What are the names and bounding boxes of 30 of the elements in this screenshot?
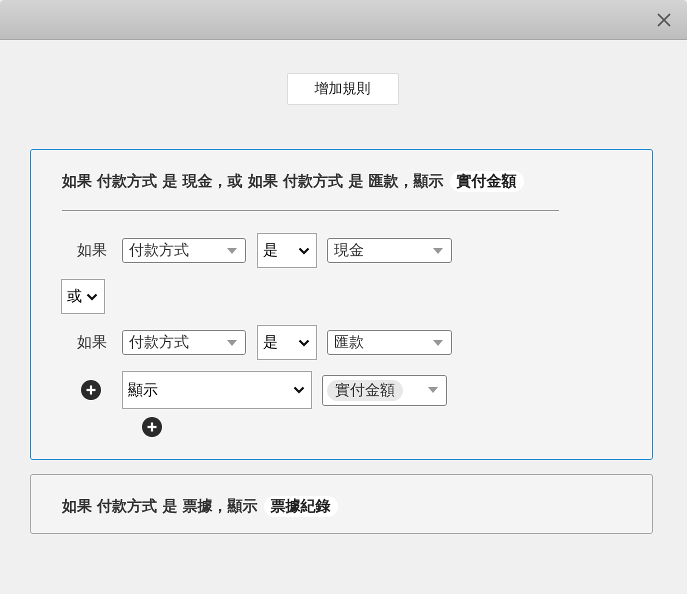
close-icon[interactable]: [657, 12, 671, 26]
dropdown-arrow-icon: [433, 248, 443, 254]
add-icon[interactable]: [81, 380, 101, 400]
value-dropdown[interactable]: 匯款: [327, 330, 452, 355]
chevron-icon: [298, 338, 310, 346]
action-select[interactable]: 顯示: [122, 371, 312, 409]
rule-card[interactable]: 如果 付款方式 是 票據，顯示 票據紀錄: [30, 474, 653, 534]
field-chip: 票據紀錄: [264, 496, 338, 516]
rule-card[interactable]: 如果 付款方式 是 現金，或 如果 付款方式 是 匯款，顯示 實付金額 如果 付款方式 是 現金 或 如果 付款方式 是 匯款 顯示 實付金額: [30, 149, 653, 460]
field-dropdown[interactable]: 付款方式: [122, 330, 246, 355]
add-rule-button[interactable]: 增加規則: [286, 73, 398, 105]
dropdown-arrow-icon: [227, 248, 237, 254]
chevron-icon: [293, 386, 305, 394]
dropdown-arrow-icon: [433, 340, 443, 346]
chevron-icon: [86, 292, 98, 300]
add-icon[interactable]: [142, 417, 162, 437]
operator-select[interactable]: 是: [257, 325, 317, 360]
connector-select[interactable]: 或: [61, 279, 105, 314]
field-chip: 實付金額: [450, 170, 524, 192]
value-dropdown[interactable]: 實付金額: [322, 374, 447, 406]
dropdown-arrow-icon: [227, 340, 237, 346]
field-dropdown[interactable]: 付款方式: [122, 238, 246, 263]
chevron-icon: [298, 246, 310, 254]
condition-label: 如果: [76, 333, 108, 352]
condition-label: 如果: [76, 241, 108, 260]
value-dropdown[interactable]: 現金: [327, 238, 452, 263]
rule-summary: 如果 付款方式 是 現金，或 如果 付款方式 是 匯款，顯示: [62, 172, 444, 190]
dropdown-arrow-icon: [428, 387, 438, 393]
operator-select[interactable]: 是: [257, 233, 317, 268]
rule-summary: 如果 付款方式 是 票據，顯示: [62, 496, 258, 516]
